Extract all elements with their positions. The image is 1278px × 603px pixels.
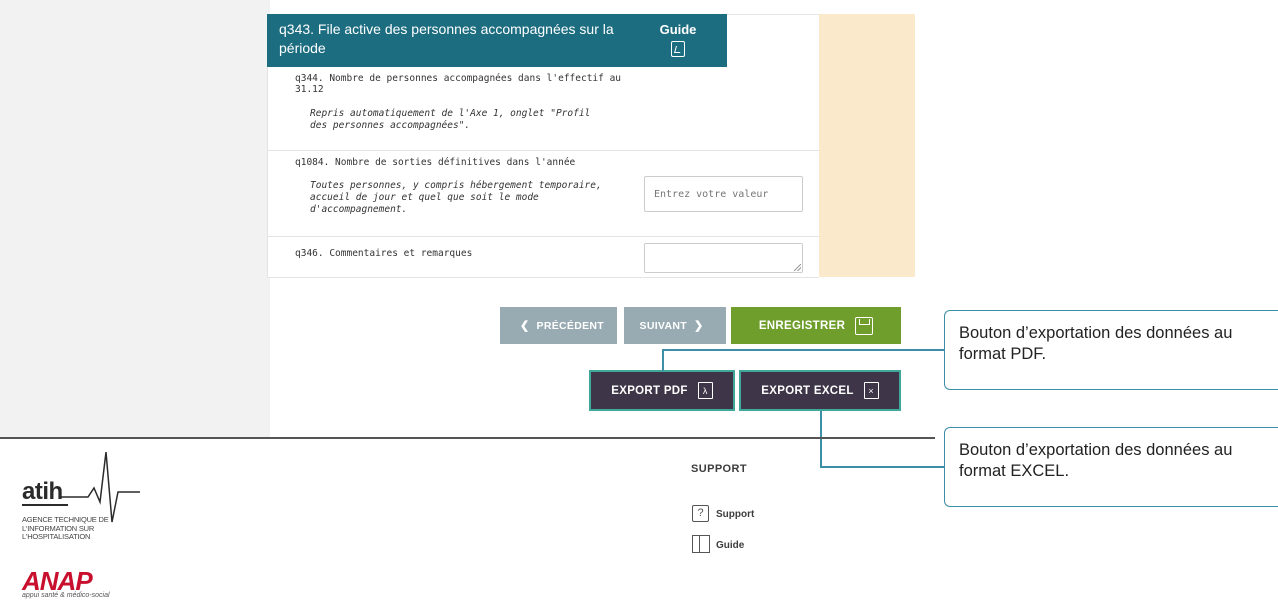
previous-button[interactable]: ❮ PRÉCÉDENT [500,307,617,344]
atih-subtitle: AGENCE TECHNIQUE DE L'INFORMATION SUR L'… [22,515,112,542]
guide-header-label: Guide [659,22,697,37]
guide-header[interactable]: Guide [629,14,727,67]
next-button-label: SUIVANT [639,319,687,332]
save-button[interactable]: ENREGISTRER [731,307,901,344]
export-excel-button[interactable]: EXPORT EXCEL × [739,370,901,411]
footer-divider [0,437,935,439]
value-input-q1084[interactable] [644,176,803,212]
atih-logo[interactable]: atih [22,478,63,506]
question-label-q1084: q1084. Nombre de sorties définitives dan… [295,157,576,168]
question-help-q1084: Toutes personnes, y compris hébergement … [310,180,602,215]
chevron-right-icon: ❯ [693,320,704,332]
book-icon[interactable] [692,535,710,553]
question-mark-icon[interactable]: ? [692,505,709,522]
header-spacer [727,14,819,67]
anap-tagline: appui santé & médico-social [22,592,110,599]
section-title: q343. File active des personnes accompag… [279,21,614,56]
guide-link[interactable]: Guide [716,540,744,551]
save-button-label: ENREGISTRER [758,319,846,332]
previous-button-label: PRÉCÉDENT [536,319,604,332]
callout-pdf-export: Bouton d’exportation des données au form… [944,310,1278,390]
chevron-left-icon: ❮ [520,320,530,332]
export-excel-label: EXPORT EXCEL [761,384,854,397]
beige-column [819,14,915,277]
callout-connector-pdf-horizontal [662,349,944,351]
left-panel-background [0,0,270,437]
callout-excel-export: Bouton d’exportation des données au form… [944,427,1278,507]
section-header: q343. File active des personnes accompag… [267,14,629,67]
floppy-disk-icon [855,316,874,335]
atih-subtitle-text: AGENCE TECHNIQUE DE L'INFORMATION SUR L'… [22,515,109,541]
support-heading: SUPPORT [691,463,747,475]
export-pdf-label: EXPORT PDF [611,384,688,397]
excel-file-icon: × [863,382,879,399]
question-label-q346: q346. Commentaires et remarques [295,248,473,259]
question-help-q344: Repris automatiquement de l'Axe 1, ongle… [310,108,591,131]
resize-grip-icon[interactable] [794,264,801,271]
callout-connector-pdf [662,349,664,371]
export-pdf-button[interactable]: EXPORT PDF λ [589,370,735,411]
callout-connector-excel-horizontal [820,466,944,468]
callout-connector-excel [820,411,822,467]
question-label-q344: q344. Nombre de personnes accompagnées d… [295,73,622,95]
pdf-icon[interactable] [671,41,685,57]
next-button[interactable]: SUIVANT ❯ [624,307,726,344]
comments-textarea[interactable] [644,243,803,273]
pdf-file-icon: λ [697,382,713,399]
support-link[interactable]: Support [716,509,754,520]
